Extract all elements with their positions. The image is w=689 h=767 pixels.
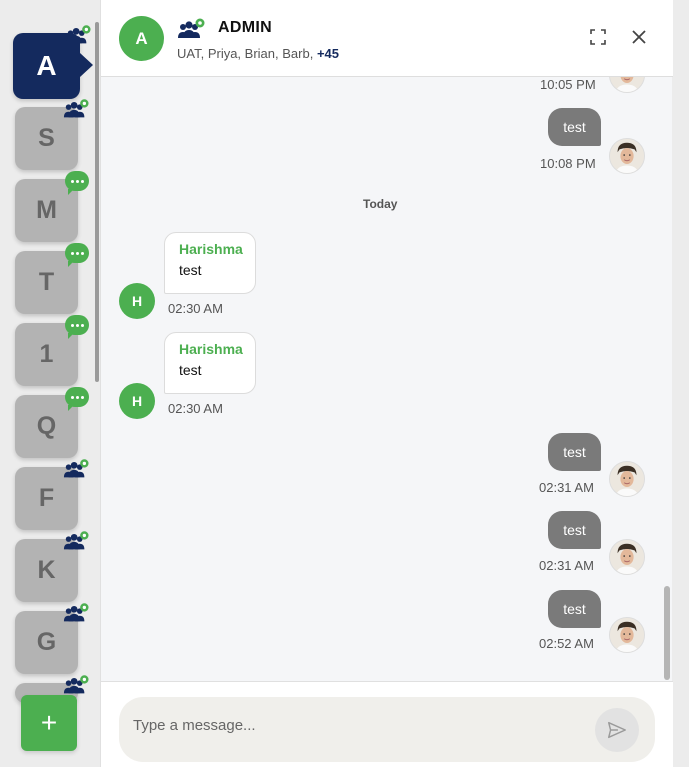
group-settings-icon xyxy=(63,530,89,552)
chat-tile-letter: S xyxy=(38,124,55,152)
user-avatar xyxy=(609,461,645,497)
message-time: 02:52 AM xyxy=(539,636,594,651)
close-icon xyxy=(632,30,646,44)
chat-tile-letter: G xyxy=(36,628,57,656)
sender-avatar: H xyxy=(119,283,155,319)
incoming-message[interactable]: Harishma test xyxy=(164,332,256,394)
message-time: 02:30 AM xyxy=(168,301,223,316)
chat-tile-f[interactable]: F xyxy=(15,467,78,530)
message-scrollbar[interactable] xyxy=(664,586,670,680)
rail-scrollbar[interactable] xyxy=(95,22,99,382)
sender-name: Harishma xyxy=(179,341,243,357)
group-avatar: A xyxy=(119,16,164,61)
group-settings-icon xyxy=(177,18,205,40)
sender-name: Harishma xyxy=(179,241,243,257)
group-settings-icon xyxy=(65,24,91,46)
group-settings-icon xyxy=(63,98,89,120)
chat-title: ADMIN xyxy=(218,19,272,36)
chat-tile-letter: M xyxy=(36,196,57,224)
chat-bubble-icon xyxy=(65,315,89,339)
sender-avatar: H xyxy=(119,383,155,419)
chat-bubble-icon xyxy=(65,387,89,411)
chat-header: A ADMIN UAT, Priya, Brian, Barb, +45 xyxy=(101,0,673,77)
chat-bubble-icon xyxy=(65,243,89,267)
outgoing-message[interactable]: test xyxy=(548,590,601,628)
chat-tile-q[interactable]: Q xyxy=(15,387,89,458)
send-button[interactable] xyxy=(595,708,639,752)
chat-bubble-icon xyxy=(65,171,89,195)
message-text: test xyxy=(563,444,586,460)
user-avatar xyxy=(609,539,645,575)
group-settings-icon xyxy=(63,602,89,624)
more-members-count[interactable]: +45 xyxy=(317,46,339,61)
message-time: 10:08 PM xyxy=(540,156,596,171)
message-time: 10:05 PM xyxy=(540,77,596,92)
chat-tile-letter: 1 xyxy=(39,340,54,368)
message-list[interactable]: 10:05 PM test 10:08 PM Today Harishma te… xyxy=(101,77,673,681)
group-settings-icon xyxy=(63,674,89,696)
user-avatar xyxy=(609,77,645,93)
outgoing-message[interactable]: test xyxy=(548,511,601,549)
message-time: 02:30 AM xyxy=(168,401,223,416)
chat-tile-letter: A xyxy=(36,50,57,81)
sender-avatar-letter: H xyxy=(131,393,143,409)
group-settings-icon xyxy=(63,458,89,480)
send-icon xyxy=(608,721,626,739)
chat-tile-s[interactable]: S xyxy=(15,107,78,170)
message-time: 02:31 AM xyxy=(539,480,594,495)
day-separator: Today xyxy=(363,197,398,211)
message-text: test xyxy=(563,119,586,135)
user-avatar xyxy=(609,138,645,174)
chat-panel: A ADMIN UAT, Priya, Brian, Barb, +45 10:… xyxy=(100,0,673,767)
chat-tile-letter: F xyxy=(38,484,55,512)
chat-tile-t[interactable]: T xyxy=(15,243,89,314)
add-chat-button[interactable]: + xyxy=(21,695,77,751)
member-list[interactable]: UAT, Priya, Brian, Barb, +45 xyxy=(177,46,339,61)
chat-list-rail: A S M T 1 Q F K G + xyxy=(0,0,100,767)
group-avatar-letter: A xyxy=(135,28,148,48)
outgoing-message[interactable]: test xyxy=(548,108,601,146)
chat-tile-1[interactable]: 1 xyxy=(15,315,89,386)
member-names: UAT, Priya, Brian, Barb, xyxy=(177,46,314,61)
sender-avatar-letter: H xyxy=(131,293,143,309)
close-button[interactable] xyxy=(628,26,650,48)
message-input[interactable] xyxy=(133,717,573,734)
chat-tile-k[interactable]: K xyxy=(15,539,78,602)
chat-tile-g[interactable]: G xyxy=(15,611,78,674)
user-avatar xyxy=(609,617,645,653)
chat-tile-letter: K xyxy=(37,556,56,584)
message-text: test xyxy=(179,262,202,278)
outgoing-message[interactable]: test xyxy=(548,433,601,471)
chat-tile-a[interactable]: A xyxy=(13,33,93,99)
message-text: test xyxy=(563,522,586,538)
message-time: 02:31 AM xyxy=(539,558,594,573)
expand-icon xyxy=(590,29,606,45)
chat-tile-letter: T xyxy=(38,268,55,296)
message-text: test xyxy=(563,601,586,617)
composer xyxy=(101,681,673,767)
plus-icon: + xyxy=(40,707,58,738)
chat-tile-letter: Q xyxy=(36,412,57,440)
message-text: test xyxy=(179,362,202,378)
message-input-wrapper xyxy=(119,697,655,762)
incoming-message[interactable]: Harishma test xyxy=(164,232,256,294)
fullscreen-button[interactable] xyxy=(587,26,609,48)
chat-tile-m[interactable]: M xyxy=(15,171,89,242)
